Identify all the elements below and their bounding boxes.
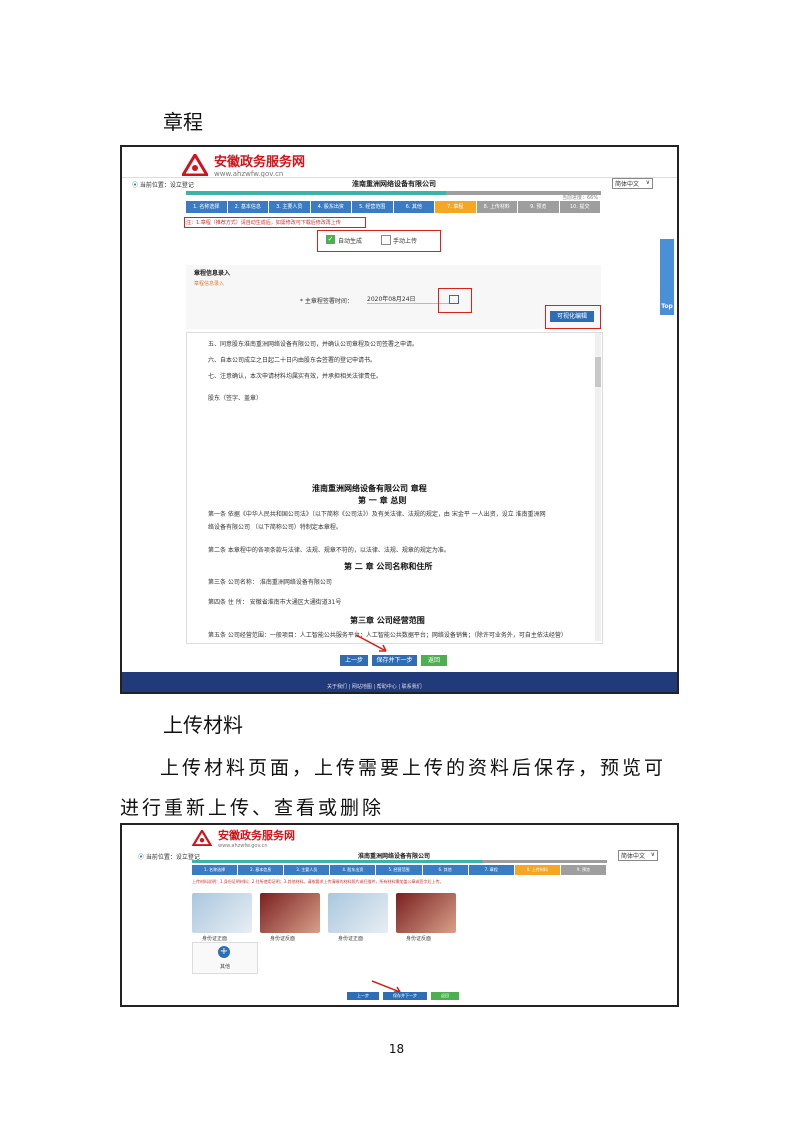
charter-screenshot: 安徽政务服务网 www.ahzwfw.gov.cn ⦿ 当前位置：设立登记 淮南… — [120, 145, 679, 694]
prev-button[interactable]: 上一步 — [340, 655, 368, 666]
step-tab[interactable]: 9. 预览 — [560, 865, 606, 875]
step-tab[interactable]: 4. 股东出资 — [310, 201, 351, 213]
step-tab[interactable]: 7. 章程 — [468, 865, 514, 875]
section-heading-charter: 章程 — [163, 110, 203, 134]
id-card-front-thumb[interactable] — [328, 893, 388, 933]
notice-text: 注：1.章程（推荐方式）请自动生成后，如需修改可下载后修改再上传 — [186, 220, 341, 226]
calendar-icon[interactable] — [449, 295, 459, 304]
page-number: 18 — [388, 1042, 405, 1056]
doc-title: 淮南重洲网络设备有限公司 章程 — [312, 484, 427, 493]
section-heading-upload: 上传材料 — [163, 713, 243, 737]
thumb-caption: 身份证正面 — [202, 936, 228, 942]
progress-bar-remaining — [482, 860, 607, 863]
step-tab[interactable]: 10. 提交 — [559, 201, 600, 213]
logo-name: 安徽政务服务网 — [214, 155, 306, 170]
step-tab[interactable]: 3. 主要人员 — [269, 201, 310, 213]
step-tab-active[interactable]: 8. 上传材料 — [514, 865, 560, 875]
generate-button[interactable]: 可视化编辑 — [550, 311, 594, 322]
breadcrumb: ⦿ 当前位置：设立登记 — [138, 852, 200, 861]
option-highlight — [317, 230, 441, 252]
step-tab[interactable]: 5. 经营范围 — [352, 201, 393, 213]
doc-line: 第一条 依据《中华人民共和国公司法》（以下简称《公司法》）及有关法律、法规的规定… — [208, 511, 546, 518]
doc-line: 第四条 住 所： 安徽省淮南市大通区大通街道31号 — [208, 599, 342, 606]
company-title: 淮南重洲网络设备有限公司 — [358, 853, 431, 860]
step-tab[interactable]: 5. 经营范围 — [376, 865, 422, 875]
id-card-front-thumb[interactable] — [192, 893, 252, 933]
id-card-back-thumb[interactable] — [396, 893, 456, 933]
chevron-down-icon: ∨ — [645, 179, 650, 186]
save-next-button[interactable]: 保存并下一步 — [383, 992, 427, 1000]
doc-chapter: 第三章 公司经营范围 — [350, 616, 425, 625]
step-tabs: 1. 名称选择 2. 基本信息 3. 主要人员 4. 股东出资 5. 经营范围 … — [192, 865, 607, 875]
header-divider — [122, 177, 677, 178]
breadcrumb: ⦿ 当前位置：设立登记 — [132, 180, 194, 189]
step-tab[interactable]: 4. 股东出资 — [330, 865, 376, 875]
doc-line: 第三条 公司名称： 淮南重洲网络设备有限公司 — [208, 579, 332, 586]
progress-bar-done — [186, 191, 446, 195]
step-tab[interactable]: 2. 基本信息 — [238, 865, 284, 875]
thumb-caption: 身份证正面 — [338, 936, 364, 942]
section-paragraph: 上传材料页面，上传需要上传的资料后保存，预览可进行重新上传、查看或删除 — [120, 757, 667, 819]
doc-scrollbar-thumb[interactable] — [595, 357, 601, 387]
logo-mark-icon — [191, 828, 213, 847]
doc-line: 股东（签字、盖章） — [208, 395, 263, 402]
language-select[interactable]: 简体中文 ∨ — [612, 178, 653, 189]
back-button[interactable]: 返回 — [421, 655, 447, 666]
step-tab[interactable]: 9. 预览 — [518, 201, 559, 213]
step-tab[interactable]: 1. 名称选择 — [186, 201, 227, 213]
site-logo[interactable]: 安徽政务服务网 www.ahzwfw.gov.cn — [180, 151, 306, 178]
option-manual-label: 手动上传 — [393, 238, 418, 245]
doc-line: 六、自本公司成立之日起二十日内由股东会签署的登记申请书。 — [208, 357, 377, 364]
language-select-value: 简体中文 — [621, 853, 646, 860]
step-tab[interactable]: 8. 上传材料 — [476, 201, 517, 213]
id-card-back-thumb[interactable] — [260, 893, 320, 933]
step-tab[interactable]: 2. 基本信息 — [227, 201, 268, 213]
pin-icon: ⦿ — [138, 854, 146, 861]
progress-bar-done — [192, 860, 482, 863]
panel-title: 章程信息录入 — [194, 270, 231, 277]
doc-line: 五、同意股东淮南重洲网络设备有限公司，并确认公司章程及公司签署之申请。 — [208, 341, 419, 348]
save-next-button[interactable]: 保存并下一步 — [372, 655, 417, 666]
language-select-value: 简体中文 — [615, 181, 640, 188]
add-upload-label: 其他 — [220, 964, 231, 970]
chevron-down-icon: ∨ — [650, 851, 655, 858]
doc-line: 七、注意确认，本次申请材料均属实有效，并承担相关法律责任。 — [208, 373, 383, 380]
logo-name: 安徽政务服务网 — [218, 829, 295, 842]
doc-chapter: 第 一 章 总则 — [358, 496, 407, 505]
panel-note: 章程信息录入 — [194, 281, 225, 287]
language-select[interactable]: 简体中文 ∨ — [618, 850, 658, 861]
doc-line: 络设备有限公司 （以下简称公司）特制定本章程。 — [208, 524, 342, 531]
add-icon[interactable]: + — [218, 946, 230, 958]
pointer-arrow-icon — [355, 634, 387, 652]
pin-icon: ⦿ — [132, 182, 140, 189]
doc-chapter: 第 二 章 公司名称和住所 — [344, 562, 433, 571]
prev-button[interactable]: 上一步 — [347, 992, 379, 1000]
back-to-top-button[interactable]: Top — [660, 303, 674, 310]
step-tab[interactable]: 6. 其他 — [422, 865, 468, 875]
back-button[interactable]: 返回 — [431, 992, 459, 1000]
step-tab-active[interactable]: 7. 章程 — [435, 201, 476, 213]
checkbox-checked-icon[interactable]: ✓ — [326, 235, 335, 244]
notice-text: 上传材料说明：1.身份证明材料；2.住所使用证明；3.其他材料。请按要求上传清晰… — [192, 879, 444, 884]
checkbox-unchecked-icon[interactable] — [381, 235, 391, 245]
upload-screenshot: 安徽政务服务网 www.ahzwfw.gov.cn ⦿ 当前位置：设立登记 淮南… — [120, 823, 679, 1007]
step-tab[interactable]: 3. 主要人员 — [284, 865, 330, 875]
step-tab[interactable]: 1. 名称选择 — [192, 865, 238, 875]
thumb-caption: 身份证反面 — [406, 936, 432, 942]
footer-links[interactable]: 关于我们 | 网站地图 | 帮助中心 | 联系我们 — [327, 683, 422, 690]
breadcrumb-text: 当前位置：设立登记 — [139, 182, 194, 189]
step-tab[interactable]: 6. 其他 — [393, 201, 434, 213]
logo-mark-icon — [180, 151, 210, 176]
step-tabs: 1. 名称选择 2. 基本信息 3. 主要人员 4. 股东出资 5. 经营范围 … — [186, 201, 601, 213]
doc-line: 第二条 本章程中的各项条款与法律、法规、规章不符的，以法律、法规、规章的规定为准… — [208, 547, 450, 554]
doc-line: 第五条 公司经营范围：一般项目：人工智能公共服务平台；人工智能公共数据平台；网络… — [208, 632, 567, 639]
thumb-caption: 身份证反面 — [270, 936, 296, 942]
sign-time-label: * 主章程签署时间： — [300, 298, 353, 305]
logo-url: www.ahzwfw.gov.cn — [218, 843, 268, 849]
site-logo[interactable]: 安徽政务服务网 www.ahzwfw.gov.cn — [191, 827, 295, 849]
progress-label: 当前进度：66% — [562, 195, 599, 201]
company-title: 淮南重洲网络设备有限公司 — [352, 180, 436, 188]
option-auto-label: 自动生成 — [338, 238, 363, 245]
